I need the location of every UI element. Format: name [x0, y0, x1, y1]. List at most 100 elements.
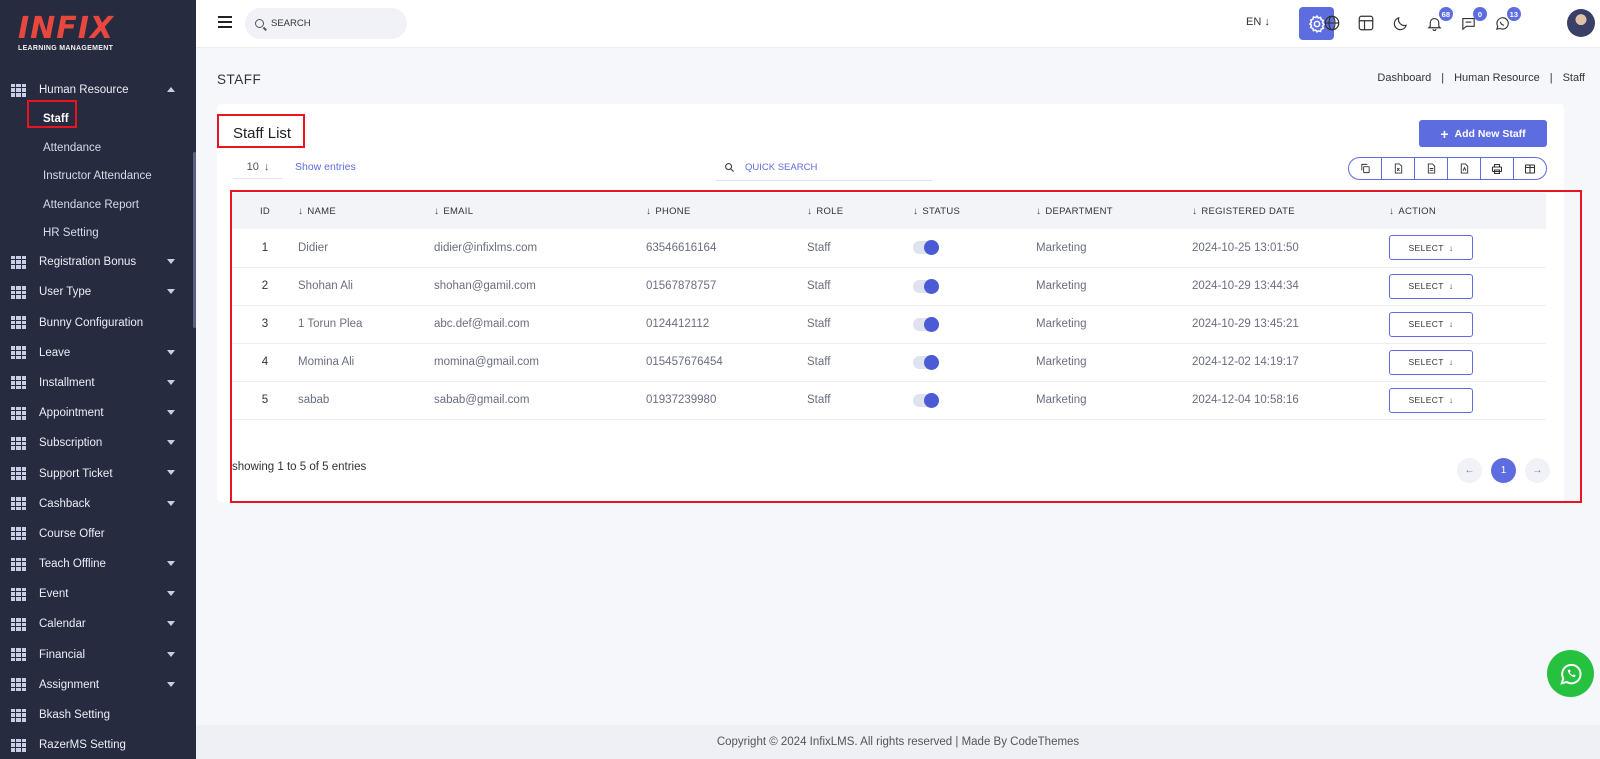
arrow-down-icon: ↓	[263, 160, 270, 173]
whatsapp-chat-button[interactable]	[1547, 650, 1594, 697]
sidebar-item-bunny-configuration[interactable]: Bunny Configuration	[0, 308, 192, 338]
sidebar-subitem-staff[interactable]: Staff	[0, 105, 192, 133]
status-toggle[interactable]	[913, 316, 939, 332]
cell-registered-date: 2024-10-25 13:01:50	[1192, 229, 1389, 268]
sidebar-subitem-attendance[interactable]: Attendance	[0, 134, 192, 162]
pagination: ← 1 →	[1457, 458, 1550, 483]
page-number-button[interactable]: 1	[1491, 458, 1516, 483]
grid-icon	[11, 406, 26, 420]
hamburger-menu-icon[interactable]	[218, 16, 232, 28]
sidebar-item-human-resource[interactable]: Human Resource	[0, 75, 192, 105]
sidebar-nav: Human Resource Staff Attendance Instruct…	[0, 75, 192, 759]
csv-export-button[interactable]	[1415, 158, 1448, 179]
cell-role: Staff	[807, 305, 913, 344]
sidebar-item-bkash-setting[interactable]: Bkash Setting	[0, 700, 192, 730]
header-phone[interactable]: ↓ PHONE	[646, 193, 807, 229]
arrow-down-icon: ↓	[1264, 16, 1270, 28]
sidebar-item-subscription[interactable]: Subscription	[0, 428, 192, 458]
sidebar-item-assignment[interactable]: Assignment	[0, 670, 192, 700]
sidebar-item-course-offer[interactable]: Course Offer	[0, 519, 192, 549]
sort-arrow-icon: ↓	[434, 205, 440, 217]
language-selector[interactable]: EN ↓	[1246, 16, 1270, 28]
quick-search-input[interactable]	[745, 161, 915, 173]
copy-button[interactable]	[1349, 158, 1382, 179]
header-id[interactable]: ID	[232, 193, 298, 229]
dark-mode-button[interactable]	[1389, 12, 1411, 34]
sidebar-subitem-hr-setting[interactable]: HR Setting	[0, 219, 192, 247]
global-search-input[interactable]	[271, 18, 391, 29]
sidebar-item-teach-offline[interactable]: Teach Offline	[0, 549, 192, 579]
excel-export-button[interactable]	[1382, 158, 1415, 179]
table-row: 5 sabab sabab@gmail.com 01937239980 Staf…	[232, 381, 1546, 420]
header-name[interactable]: ↓ NAME	[298, 193, 434, 229]
cell-status	[913, 305, 1036, 344]
action-select-button[interactable]: SELECT ↓	[1389, 349, 1473, 375]
sidebar-item-event[interactable]: Event	[0, 579, 192, 609]
cell-phone: 015457676454	[646, 343, 807, 382]
status-toggle[interactable]	[913, 354, 939, 370]
sidebar-item-label: Leave	[39, 346, 71, 359]
entries-value: 10	[246, 160, 259, 173]
action-select-button[interactable]: SELECT ↓	[1389, 311, 1473, 337]
header-email[interactable]: ↓ EMAIL	[434, 193, 646, 229]
sidebar-item-calendar[interactable]: Calendar	[0, 609, 192, 639]
sidebar-item-appointment[interactable]: Appointment	[0, 398, 192, 428]
sidebar-subitem-attendance-report[interactable]: Attendance Report	[0, 190, 192, 218]
arrow-down-icon: ↓	[1448, 395, 1454, 405]
sidebar-item-registration-bonus[interactable]: Registration Bonus	[0, 247, 192, 277]
print-button[interactable]	[1481, 158, 1514, 179]
prev-page-button[interactable]: ←	[1457, 458, 1482, 483]
sidebar-item-financial[interactable]: Financial	[0, 640, 192, 670]
grid-icon	[11, 708, 26, 722]
sort-arrow-icon: ↓	[646, 205, 652, 217]
sidebar-item-label: Cashback	[39, 497, 91, 510]
sidebar-subitem-instructor-attendance[interactable]: Instructor Attendance	[0, 162, 192, 190]
header-registered-date[interactable]: ↓ REGISTERED DATE	[1192, 193, 1389, 229]
sidebar-item-installment[interactable]: Installment	[0, 368, 192, 398]
chat-button[interactable]: 13	[1491, 7, 1521, 34]
grid-icon	[11, 255, 26, 269]
sidebar-item-label: Course Offer	[39, 527, 105, 540]
grid-icon	[11, 678, 26, 692]
breadcrumb-human-resource[interactable]: Human Resource	[1454, 72, 1540, 84]
top-header: EN ↓ 68 0 13	[196, 0, 1600, 48]
sidebar-item-user-type[interactable]: User Type	[0, 277, 192, 307]
header-action[interactable]: ↓ ACTION	[1389, 193, 1546, 229]
messages-badge: 0	[1473, 7, 1487, 21]
messages-button[interactable]: 0	[1457, 7, 1487, 34]
caret-down-icon	[167, 440, 175, 446]
next-page-button[interactable]: →	[1525, 458, 1550, 483]
globe-button[interactable]	[1321, 12, 1343, 34]
entries-select[interactable]: 10 ↓	[233, 155, 283, 179]
notifications-button[interactable]: 68	[1423, 7, 1453, 34]
header-role[interactable]: ↓ ROLE	[807, 193, 913, 229]
layout-button[interactable]	[1355, 12, 1377, 34]
add-new-staff-button[interactable]: + Add New Staff	[1419, 120, 1547, 147]
sidebar-item-support-ticket[interactable]: Support Ticket	[0, 458, 192, 488]
status-toggle[interactable]	[913, 240, 939, 256]
grid-icon	[11, 436, 26, 450]
cell-name: Didier	[298, 229, 434, 268]
sidebar-item-label: Subscription	[39, 437, 103, 450]
status-toggle[interactable]	[913, 392, 939, 408]
action-select-button[interactable]: SELECT ↓	[1389, 387, 1473, 413]
pdf-export-button[interactable]	[1448, 158, 1481, 179]
header-department[interactable]: ↓ DEPARTMENT	[1036, 193, 1192, 229]
table-row: 1 Didier didier@infixlms.com 63546616164…	[232, 229, 1546, 268]
add-new-staff-label: Add New Staff	[1454, 127, 1526, 140]
copyright-text: Copyright © 2024 InfixLMS. All rights re…	[716, 736, 1080, 748]
sidebar-item-leave[interactable]: Leave	[0, 338, 192, 368]
action-select-button[interactable]: SELECT ↓	[1389, 235, 1473, 261]
column-visibility-button[interactable]	[1514, 158, 1546, 179]
sidebar-item-razerms-setting[interactable]: RazerMS Setting	[0, 730, 192, 759]
breadcrumb-dashboard[interactable]: Dashboard	[1377, 72, 1431, 84]
sidebar-scrollbar[interactable]	[193, 152, 196, 328]
status-toggle[interactable]	[913, 278, 939, 294]
action-select-button[interactable]: SELECT ↓	[1389, 273, 1473, 299]
brand-logo[interactable]: INFIX LEARNING MANAGEMENT	[18, 14, 114, 53]
cell-department: Marketing	[1036, 305, 1192, 344]
user-avatar[interactable]	[1567, 9, 1595, 37]
sidebar-item-cashback[interactable]: Cashback	[0, 489, 192, 519]
header-status[interactable]: ↓ STATUS	[913, 193, 1036, 229]
search-icon	[255, 19, 264, 28]
